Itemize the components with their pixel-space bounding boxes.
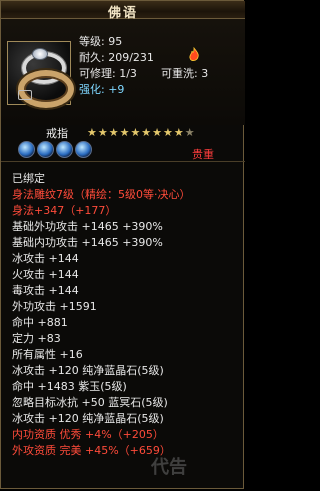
stat-line: 冰攻击 +120 纯净蓝晶石(5级): [12, 364, 164, 377]
gem-sockets: [18, 141, 92, 158]
durability-value: 209/231: [108, 51, 154, 64]
stat-line: 冰攻击 +120 纯净蓝晶石(5级): [12, 412, 164, 425]
level-row: 等级: 95: [79, 33, 122, 49]
stat-line: 所有属性 +16: [12, 348, 83, 361]
stat-line: 毒攻击 +144: [12, 284, 79, 297]
stat-line: 基础外功攻击 +1465 +390%: [12, 220, 163, 233]
stats-list: 已绑定 身法雕纹7级（精绘：5级0等·决心） 身法+347（+177） 基础外功…: [12, 171, 242, 459]
stat-line: 命中 +1483 紫玉(5级): [12, 380, 127, 393]
stat-line: 忽略目标冰抗 +50 蓝冥石(5级): [12, 396, 168, 409]
bind-badge-icon: [18, 90, 32, 100]
star-rating: ★★★★★★★★★★: [87, 126, 196, 139]
item-icon: [7, 41, 74, 108]
stat-line: 身法+347（+177）: [12, 204, 117, 217]
reroll-row: 可重洗: 3: [161, 65, 208, 81]
item-type-label: 戒指: [46, 127, 68, 140]
ring-band-icon: [18, 70, 74, 108]
item-header: 等级: 95 耐久: 209/231 可修理: 1/3 可重洗: 3 强化: +…: [1, 19, 245, 158]
item-tooltip: 佛语 等级: 95 耐久: 209/231 可修理: 1/3 可重洗: 3 强化…: [0, 0, 245, 489]
durability-label: 耐久:: [79, 51, 105, 64]
stat-line: 火攻击 +144: [12, 268, 79, 281]
flame-icon: [189, 47, 199, 61]
repair-label: 可修理:: [79, 67, 116, 80]
stat-line: 定力 +83: [12, 332, 61, 345]
watermark: 代告: [151, 457, 187, 478]
divider: [1, 161, 245, 162]
reroll-label: 可重洗:: [161, 67, 198, 80]
level-value: 95: [108, 35, 123, 48]
enhance-row: 强化: +9: [79, 81, 124, 97]
star-empty-icon: ★: [184, 126, 196, 139]
title-bar: 佛语: [1, 1, 245, 21]
enhance-value: +9: [108, 83, 125, 96]
stat-line: 外功攻击 +1591: [12, 300, 97, 313]
stat-line: 内功资质 优秀 +4%（+205）: [12, 428, 164, 441]
stat-line: 外攻资质 完美 +45%（+659）: [12, 444, 171, 457]
gem-socket-icon: [18, 141, 35, 158]
star-icon: ★★★★★★★★★: [87, 126, 185, 139]
repair-value: 1/3: [119, 67, 137, 80]
gem-on-ring-icon: [32, 48, 48, 60]
gem-socket-icon: [75, 141, 92, 158]
repair-row: 可修理: 1/3: [79, 65, 137, 81]
stat-line: 已绑定: [12, 172, 45, 185]
durability-row: 耐久: 209/231: [79, 49, 154, 65]
reroll-value: 3: [201, 67, 209, 80]
stat-line: 冰攻击 +144: [12, 252, 79, 265]
gem-socket-icon: [56, 141, 73, 158]
stat-line: 身法雕纹7级（精绘：5级0等·决心）: [12, 188, 191, 201]
enhance-label: 强化:: [79, 83, 105, 96]
stat-line: 基础内功攻击 +1465 +390%: [12, 236, 163, 249]
level-label: 等级:: [79, 35, 105, 48]
stat-line: 命中 +881: [12, 316, 68, 329]
gem-socket-icon: [37, 141, 54, 158]
value-badge: 贵重: [192, 148, 214, 161]
